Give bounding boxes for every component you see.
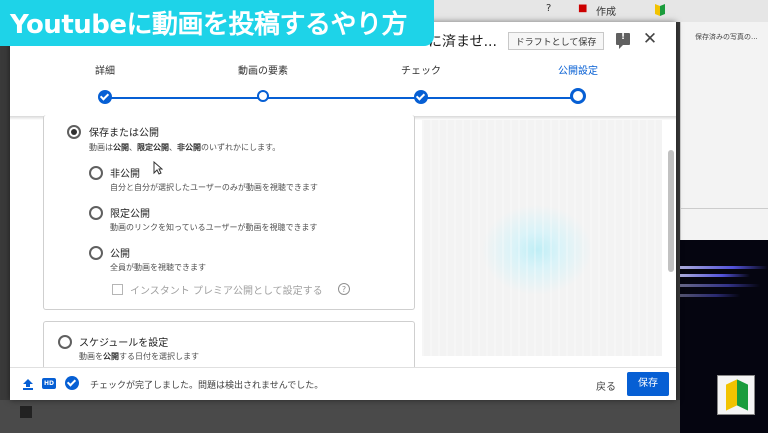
premiere-checkbox[interactable]: [112, 284, 123, 295]
unlisted-desc: 動画のリンクを知っているユーザーが動画を視聴できます: [110, 223, 318, 232]
schedule-card: スケジュールを設定 動画を公開する日付を選択します: [43, 321, 415, 371]
step-done-icon: [98, 90, 112, 104]
step-active-icon: [570, 88, 586, 104]
visibility-subtitle: 動画は公開、限定公開、非公開のいずれかにします。: [89, 143, 281, 152]
step-done-icon: [414, 90, 428, 104]
create-video-icon[interactable]: ■: [578, 3, 587, 14]
public-radio[interactable]: [89, 246, 103, 260]
scrollbar[interactable]: [668, 150, 674, 272]
visibility-title: 保存または公開: [89, 128, 159, 139]
premiere-label: インスタント プレミア公開として設定する: [130, 286, 323, 297]
upload-icon: [23, 379, 33, 390]
close-icon[interactable]: ✕: [640, 28, 660, 50]
step-video-elements[interactable]: 動画の要素: [213, 62, 313, 102]
save-button[interactable]: 保存: [627, 372, 669, 396]
public-desc: 全員が動画を視聴できます: [110, 263, 206, 272]
schedule-subtitle: 動画を公開する日付を選択します: [79, 352, 199, 361]
dialog-footer: HD チェックが完了しました。問題は検出されませんでした。 戻る 保存: [10, 367, 676, 400]
upload-dialog: に済ませ... ドラフトとして保存 ! ✕ 詳細 動画の要素 チェック 公開設定…: [10, 22, 676, 400]
background-bottom: [0, 400, 680, 433]
unlisted-label[interactable]: 限定公開: [110, 205, 150, 220]
status-text: チェックが完了しました。問題は検出されませんでした。: [90, 381, 324, 391]
background-flag-icon: [20, 406, 32, 418]
beginner-mark-icon: [717, 375, 755, 415]
step-ring-icon: [257, 90, 269, 102]
visibility-card: 保存または公開 動画は公開、限定公開、非公開のいずれかにします。 非公開 自分と…: [43, 115, 415, 310]
right-panel-text: 保存済みの写真の...: [695, 33, 758, 41]
create-label[interactable]: 作成: [596, 3, 616, 18]
save-as-draft-button[interactable]: ドラフトとして保存: [508, 32, 604, 50]
schedule-title[interactable]: スケジュールを設定: [79, 334, 168, 349]
public-label[interactable]: 公開: [110, 245, 130, 260]
step-visibility[interactable]: 公開設定: [528, 62, 628, 104]
private-label[interactable]: 非公開: [110, 165, 140, 180]
step-checks[interactable]: チェック: [371, 62, 471, 104]
banner-text: Youtubeに動画を投稿するやり方: [10, 10, 408, 40]
dialog-title: に済ませ...: [428, 34, 497, 50]
title-banner: Youtubeに動画を投稿するやり方: [0, 0, 434, 46]
mouse-cursor-icon: [153, 161, 163, 175]
save-or-publish-radio[interactable]: [67, 125, 81, 139]
unlisted-radio[interactable]: [89, 206, 103, 220]
step-details[interactable]: 詳細: [55, 62, 155, 104]
private-desc: 自分と自分が選択したユーザーのみが動画を視聴できます: [110, 183, 318, 192]
feedback-icon[interactable]: !: [616, 32, 630, 49]
check-complete-icon: [65, 376, 79, 390]
stepper-line: [105, 97, 575, 99]
help-circle-icon[interactable]: ?: [546, 3, 551, 14]
beginner-mark-icon: [655, 4, 665, 16]
back-button[interactable]: 戻る: [590, 376, 622, 395]
schedule-radio[interactable]: [58, 335, 72, 349]
hd-icon: HD: [42, 378, 56, 389]
right-panel-divider: [681, 208, 768, 222]
stepper: 詳細 動画の要素 チェック 公開設定: [10, 62, 676, 112]
private-radio[interactable]: [89, 166, 103, 180]
help-icon[interactable]: ?: [338, 283, 350, 295]
video-preview[interactable]: [422, 120, 662, 356]
background-right-panel: 保存済みの写真の...: [680, 22, 768, 240]
